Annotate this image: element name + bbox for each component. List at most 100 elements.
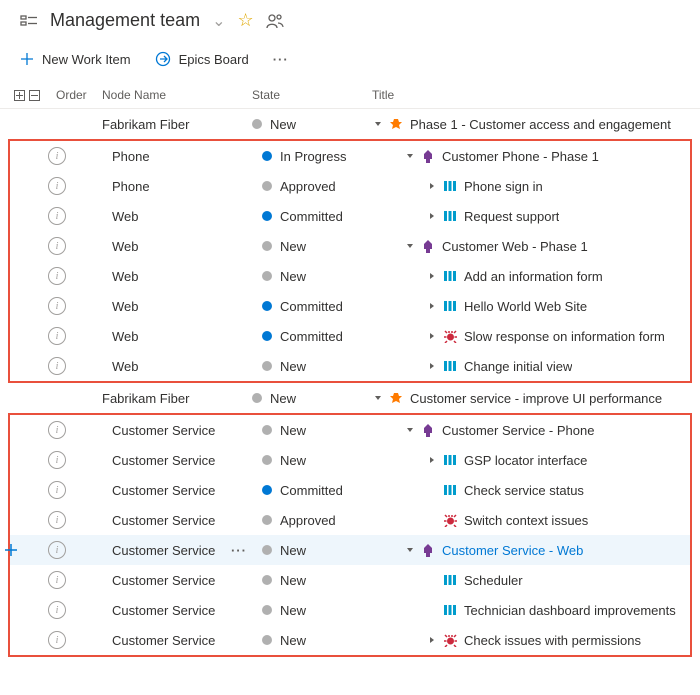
work-item-row[interactable]: i Web New Customer Web - Phase 1 xyxy=(10,231,690,261)
caret-closed-icon[interactable] xyxy=(426,182,438,190)
info-icon[interactable]: i xyxy=(48,297,66,315)
epic-row[interactable]: Fabrikam Fiber New Phase 1 - Customer ac… xyxy=(0,109,700,139)
feature-icon xyxy=(420,240,436,253)
caret-open-icon[interactable] xyxy=(372,394,384,402)
work-item-row[interactable]: i Customer Service New Technician dashbo… xyxy=(10,595,690,625)
work-item-row[interactable]: i Web Committed Request support xyxy=(10,201,690,231)
state-dot xyxy=(262,455,272,465)
work-item-row[interactable]: i Customer Service New Check issues with… xyxy=(10,625,690,655)
group-highlight: i Phone In Progress Customer Phone - Pha… xyxy=(8,139,692,383)
state-cell: New xyxy=(262,543,382,558)
info-icon[interactable]: i xyxy=(48,451,66,469)
expand-all-icon[interactable] xyxy=(14,90,25,101)
work-item-row[interactable]: i Phone Approved Phone sign in xyxy=(10,171,690,201)
node-cell: Web xyxy=(112,359,262,374)
work-item-row[interactable]: i Customer Service Approved Switch conte… xyxy=(10,505,690,535)
info-icon[interactable]: i xyxy=(48,327,66,345)
info-icon[interactable]: i xyxy=(48,571,66,589)
caret-open-icon[interactable] xyxy=(372,120,384,128)
epics-board-label: Epics Board xyxy=(179,52,249,67)
work-item-row[interactable]: i Web New Add an information form xyxy=(10,261,690,291)
info-icon[interactable]: i xyxy=(48,147,66,165)
caret-open-icon[interactable] xyxy=(404,242,416,250)
title-cell[interactable]: Slow response on information form xyxy=(382,329,690,344)
title-cell[interactable]: Technician dashboard improvements xyxy=(382,603,690,618)
info-icon[interactable]: i xyxy=(48,267,66,285)
title-cell[interactable]: Customer Service - Web xyxy=(382,543,690,558)
backlog-tree: Fabrikam Fiber New Phase 1 - Customer ac… xyxy=(0,109,700,657)
column-state[interactable]: State xyxy=(252,88,372,102)
caret-closed-icon[interactable] xyxy=(426,302,438,310)
node-cell: Web xyxy=(112,329,262,344)
team-icon[interactable] xyxy=(266,12,284,30)
caret-closed-icon[interactable] xyxy=(426,272,438,280)
caret-closed-icon[interactable] xyxy=(426,456,438,464)
title-cell[interactable]: Customer service - improve UI performanc… xyxy=(372,391,700,406)
info-icon[interactable]: i xyxy=(48,511,66,529)
column-title[interactable]: Title xyxy=(372,88,700,102)
title-cell[interactable]: Scheduler xyxy=(382,573,690,588)
work-item-row[interactable]: i Customer Service New Scheduler xyxy=(10,565,690,595)
epics-board-button[interactable]: Epics Board xyxy=(155,51,249,67)
work-item-row[interactable]: i Customer Service ··· New Customer Serv… xyxy=(10,535,690,565)
column-order[interactable]: Order xyxy=(56,88,102,102)
work-item-row[interactable]: i Customer Service Committed Check servi… xyxy=(10,475,690,505)
new-work-item-button[interactable]: New Work Item xyxy=(20,52,131,67)
title-cell[interactable]: Check issues with permissions xyxy=(382,633,690,648)
pbi-icon xyxy=(442,300,458,312)
column-node[interactable]: Node Name xyxy=(102,88,252,102)
caret-open-icon[interactable] xyxy=(404,152,416,160)
work-item-row[interactable]: i Customer Service New GSP locator inter… xyxy=(10,445,690,475)
title-cell[interactable]: Phase 1 - Customer access and engagement xyxy=(372,117,700,132)
work-item-row[interactable]: i Web New Change initial view xyxy=(10,351,690,381)
state-cell: In Progress xyxy=(262,149,382,164)
state-cell: Approved xyxy=(262,513,382,528)
title-cell[interactable]: Switch context issues xyxy=(382,513,690,528)
info-icon[interactable]: i xyxy=(48,481,66,499)
toolbar-more-icon[interactable]: ··· xyxy=(273,52,289,67)
title-cell[interactable]: Hello World Web Site xyxy=(382,299,690,314)
title-cell[interactable]: Request support xyxy=(382,209,690,224)
title-cell[interactable]: Change initial view xyxy=(382,359,690,374)
work-item-row[interactable]: i Phone In Progress Customer Phone - Pha… xyxy=(10,141,690,171)
info-icon[interactable]: i xyxy=(48,541,66,559)
title-cell[interactable]: Customer Web - Phase 1 xyxy=(382,239,690,254)
add-row-button[interactable] xyxy=(4,543,18,557)
row-more-icon[interactable]: ··· xyxy=(231,543,247,558)
work-item-row[interactable]: i Customer Service New Customer Service … xyxy=(10,415,690,445)
work-item-row[interactable]: i Web Committed Hello World Web Site xyxy=(10,291,690,321)
title-cell[interactable]: Check service status xyxy=(382,483,690,498)
plus-icon xyxy=(20,52,34,66)
node-cell: Customer Service xyxy=(112,453,262,468)
title-cell[interactable]: Add an information form xyxy=(382,269,690,284)
title-cell[interactable]: GSP locator interface xyxy=(382,453,690,468)
title-cell[interactable]: Customer Service - Phone xyxy=(382,423,690,438)
favorite-star-icon[interactable]: ☆ xyxy=(238,10,254,31)
state-cell: Approved xyxy=(262,179,382,194)
caret-closed-icon[interactable] xyxy=(426,212,438,220)
info-icon[interactable]: i xyxy=(48,237,66,255)
node-cell: Phone xyxy=(112,149,262,164)
info-icon[interactable]: i xyxy=(48,177,66,195)
caret-closed-icon[interactable] xyxy=(426,636,438,644)
info-icon[interactable]: i xyxy=(48,357,66,375)
title-cell[interactable]: Phone sign in xyxy=(382,179,690,194)
caret-open-icon[interactable] xyxy=(404,546,416,554)
epic-row[interactable]: Fabrikam Fiber New Customer service - im… xyxy=(0,383,700,413)
info-icon[interactable]: i xyxy=(48,207,66,225)
node-cell: Phone xyxy=(112,179,262,194)
pbi-icon xyxy=(442,270,458,282)
node-cell: Customer Service ··· xyxy=(112,543,262,558)
info-icon[interactable]: i xyxy=(48,631,66,649)
work-item-row[interactable]: i Web Committed Slow response on informa… xyxy=(10,321,690,351)
caret-closed-icon[interactable] xyxy=(426,332,438,340)
info-icon[interactable]: i xyxy=(48,601,66,619)
collapse-all-icon[interactable] xyxy=(29,90,40,101)
info-icon[interactable]: i xyxy=(48,421,66,439)
caret-open-icon[interactable] xyxy=(404,426,416,434)
state-dot xyxy=(262,605,272,615)
title-cell[interactable]: Customer Phone - Phase 1 xyxy=(382,149,690,164)
caret-closed-icon[interactable] xyxy=(426,362,438,370)
node-cell: Customer Service xyxy=(112,423,262,438)
title-chevron-down-icon[interactable]: ⌄ xyxy=(212,11,225,31)
